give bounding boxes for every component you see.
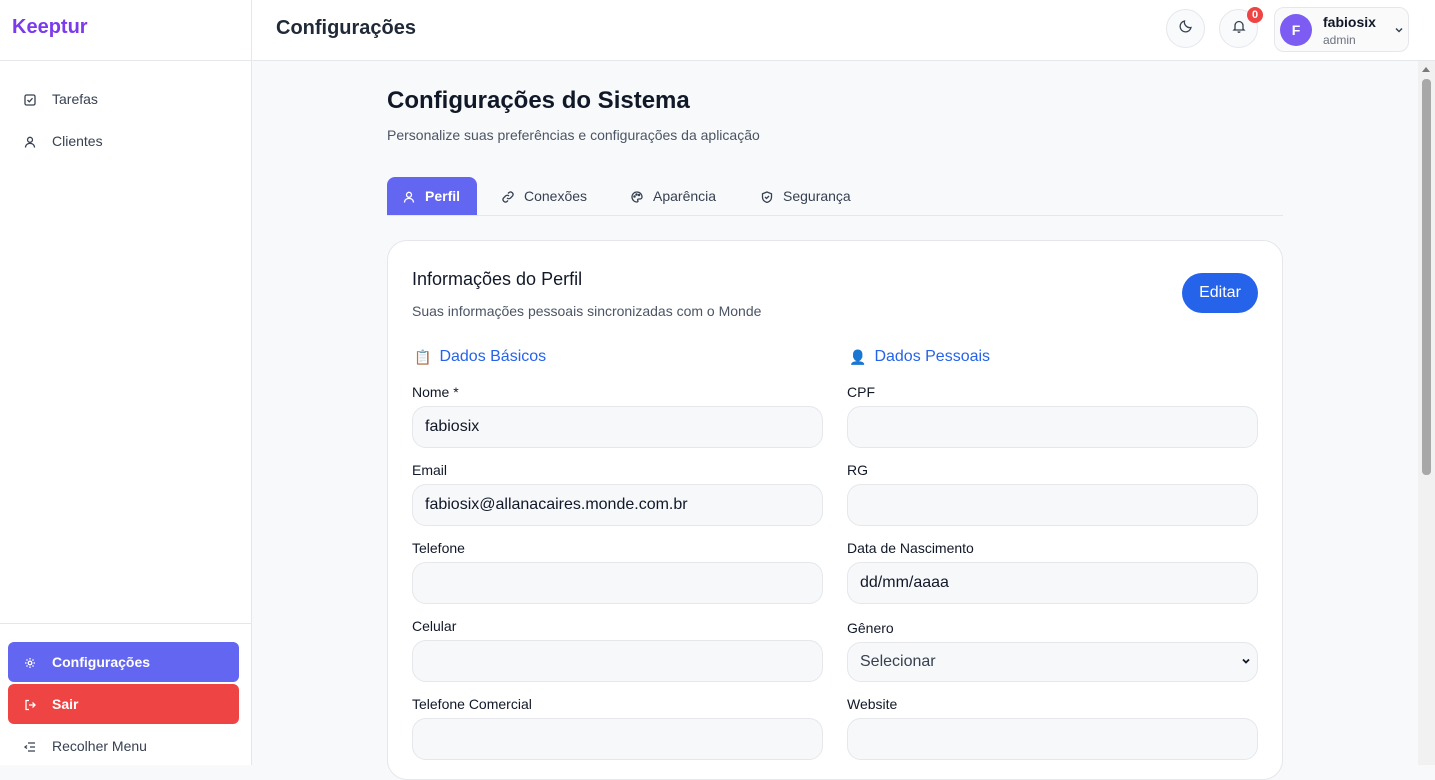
settings-tabs: Perfil Conexões Aparência Segurança	[387, 177, 1283, 216]
tab-seguranca[interactable]: Segurança	[745, 177, 867, 215]
main-content: Configurações do Sistema Personalize sua…	[252, 61, 1418, 780]
theme-toggle-button[interactable]	[1166, 9, 1205, 48]
notification-badge: 0	[1247, 7, 1263, 23]
person-icon: 👤	[849, 348, 867, 365]
chevron-down-icon	[1394, 22, 1404, 40]
scrollbar[interactable]	[1418, 61, 1435, 765]
telefone-comercial-input[interactable]	[412, 718, 823, 760]
telefone-comercial-label: Telefone Comercial	[412, 696, 532, 712]
sidebar-item-tarefas[interactable]: Tarefas	[8, 79, 243, 119]
sidebar-bottom: Configurações Sair Recolher Menu	[0, 623, 251, 765]
collapse-menu-button[interactable]: Recolher Menu	[8, 726, 239, 766]
website-input[interactable]	[847, 718, 1258, 760]
user-menu[interactable]: F fabiosix admin	[1274, 7, 1409, 52]
sidebar-item-label: Configurações	[52, 654, 151, 670]
top-bar: Configurações 0 F fabiosix admin	[252, 0, 1435, 61]
logout-button[interactable]: Sair	[8, 684, 239, 724]
tab-label: Aparência	[653, 188, 717, 204]
page-subtitle: Personalize suas preferências e configur…	[387, 127, 760, 143]
genero-selected-value: Selecionar	[860, 653, 936, 670]
sidebar: Keeptur Tarefas Clientes Configurações S	[0, 0, 252, 765]
genero-select[interactable]: Selecionar	[847, 642, 1258, 682]
link-icon	[502, 190, 514, 203]
tab-conexoes[interactable]: Conexões	[486, 177, 603, 215]
profile-card-title: Informações do Perfil	[412, 269, 583, 289]
email-input[interactable]: fabiosix@allanacaires.monde.com.br	[412, 484, 823, 526]
telefone-label: Telefone	[412, 540, 465, 556]
tab-perfil[interactable]: Perfil	[387, 177, 477, 215]
website-label: Website	[847, 696, 898, 712]
nome-label: Nome *	[412, 384, 459, 400]
profile-card-subtitle: Suas informações pessoais sincronizadas …	[412, 303, 762, 319]
data-nascimento-label: Data de Nascimento	[847, 540, 974, 556]
bell-icon	[1231, 19, 1246, 38]
avatar: F	[1280, 14, 1312, 46]
collapse-menu-icon	[23, 740, 36, 752]
profile-card: Informações do Perfil Suas informações p…	[387, 240, 1283, 780]
palette-icon	[631, 190, 643, 203]
section-title: Dados Básicos	[439, 348, 547, 365]
cpf-label: CPF	[847, 384, 875, 400]
genero-label: Gênero	[847, 620, 894, 636]
rg-label: RG	[847, 462, 868, 478]
gear-icon	[24, 656, 36, 668]
cpf-input[interactable]	[847, 406, 1258, 448]
email-label: Email	[412, 462, 448, 478]
section-dados-pessoais: 👤 Dados Pessoais	[849, 348, 990, 366]
section-dados-basicos: 📋 Dados Básicos	[414, 348, 546, 366]
sidebar-item-label: Clientes	[52, 133, 103, 149]
user-role: admin	[1323, 33, 1356, 47]
tab-label: Conexões	[524, 188, 588, 204]
rg-input[interactable]	[847, 484, 1258, 526]
shield-icon	[761, 190, 773, 204]
user-name: fabiosix	[1323, 14, 1376, 30]
sidebar-nav: Tarefas Clientes	[0, 61, 251, 161]
tab-label: Segurança	[783, 188, 851, 204]
logout-label: Sair	[52, 696, 79, 712]
collapse-menu-label: Recolher Menu	[52, 738, 147, 754]
data-nascimento-input[interactable]: dd/mm/aaaa	[847, 562, 1258, 604]
scroll-up-arrow-icon[interactable]	[1422, 67, 1430, 72]
section-title: Dados Pessoais	[874, 348, 991, 365]
scrollbar-thumb[interactable]	[1422, 79, 1431, 475]
check-square-icon	[24, 93, 36, 106]
nome-input[interactable]: fabiosix	[412, 406, 823, 448]
sidebar-item-label: Tarefas	[52, 91, 98, 107]
notifications-button[interactable]: 0	[1219, 7, 1263, 48]
moon-icon	[1178, 19, 1193, 38]
tab-aparencia[interactable]: Aparência	[615, 177, 732, 215]
brand-logo[interactable]: Keeptur	[0, 0, 251, 61]
tab-label: Perfil	[425, 188, 461, 204]
sidebar-item-configuracoes[interactable]: Configurações	[8, 642, 239, 682]
edit-button[interactable]: Editar	[1182, 273, 1258, 313]
clipboard-icon: 📋	[414, 348, 432, 365]
telefone-input[interactable]	[412, 562, 823, 604]
topbar-title: Configurações	[276, 17, 417, 39]
celular-label: Celular	[412, 618, 457, 634]
celular-input[interactable]	[412, 640, 823, 682]
page-title: Configurações do Sistema	[387, 87, 690, 114]
sidebar-item-clientes[interactable]: Clientes	[8, 121, 243, 161]
user-icon	[24, 135, 36, 148]
logout-icon	[24, 698, 36, 711]
user-icon	[403, 190, 415, 203]
chevron-down-icon	[1241, 653, 1251, 671]
